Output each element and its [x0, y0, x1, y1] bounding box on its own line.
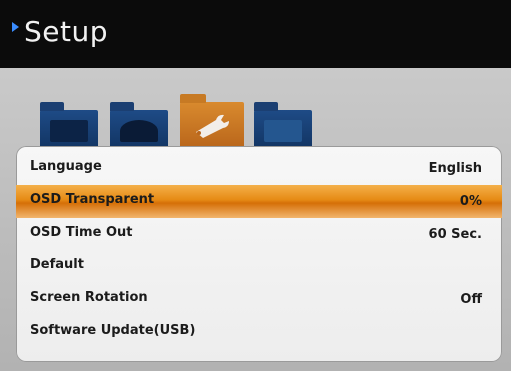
- menu-item-label: Language: [30, 159, 102, 174]
- title-arrow-icon: [12, 22, 19, 32]
- menu-item-value: 0%: [459, 194, 482, 209]
- menu-item-value: English: [428, 161, 482, 176]
- menu-item-label: OSD Time Out: [30, 225, 133, 240]
- picture-folder-icon[interactable]: [40, 102, 98, 148]
- menu-item-osd-time-out[interactable]: OSD Time Out 60 Sec.: [16, 218, 502, 251]
- menu-item-label: OSD Transparent: [30, 192, 155, 207]
- tv-screen: Setup Language English OSD Transparent 0…: [0, 0, 511, 371]
- sound-folder-icon[interactable]: [110, 102, 168, 148]
- menu-item-label: Software Update(USB): [30, 323, 196, 338]
- menu-item-value: Off: [460, 292, 482, 307]
- menu-item-default[interactable]: Default: [16, 250, 502, 283]
- page-title: Setup: [24, 15, 108, 48]
- menu-header: Setup: [0, 0, 511, 68]
- menu-category-icons: [40, 86, 340, 148]
- channel-folder-icon[interactable]: [254, 102, 312, 148]
- menu-item-software-update-usb[interactable]: Software Update(USB): [16, 316, 502, 349]
- wrench-icon: [196, 114, 229, 138]
- setup-wrench-folder-icon[interactable]: [180, 94, 244, 148]
- menu-item-osd-transparent[interactable]: OSD Transparent 0%: [16, 185, 502, 218]
- menu-item-language[interactable]: Language English: [16, 152, 502, 185]
- menu-item-screen-rotation[interactable]: Screen Rotation Off: [16, 283, 502, 316]
- menu-item-value: 60 Sec.: [428, 227, 482, 242]
- menu-item-label: Screen Rotation: [30, 290, 148, 305]
- setup-menu-panel: Language English OSD Transparent 0% OSD …: [16, 146, 502, 362]
- menu-item-label: Default: [30, 257, 84, 272]
- picture-folder-inner: [50, 120, 88, 142]
- sound-folder-inner: [120, 120, 158, 142]
- channel-folder-inner: [264, 120, 302, 142]
